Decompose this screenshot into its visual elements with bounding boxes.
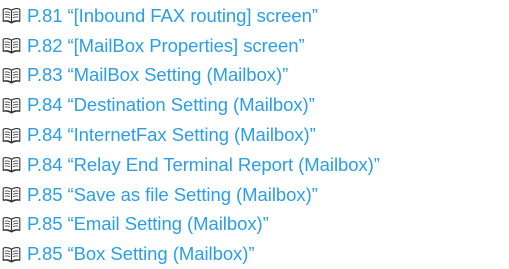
reference-page-number: P.85 bbox=[27, 183, 63, 205]
reference-page-number: P.85 bbox=[27, 243, 63, 265]
reference-item: P.85 “Email Setting (Mailbox)” bbox=[0, 210, 509, 240]
reference-list: P.81 “[Inbound FAX routing] screen” P.82 “… bbox=[0, 0, 509, 269]
reference-title: “Relay End Terminal Report (Mailbox)” bbox=[67, 153, 380, 175]
book-icon bbox=[2, 186, 21, 203]
reference-link[interactable]: P.81 “[Inbound FAX routing] screen” bbox=[27, 5, 318, 27]
reference-page-number: P.84 bbox=[27, 124, 63, 146]
reference-page-number: P.84 bbox=[27, 153, 63, 175]
book-icon bbox=[2, 156, 21, 174]
reference-link[interactable]: P.84 “Destination Setting (Mailbox)” bbox=[27, 94, 315, 116]
reference-page-number: P.81 bbox=[27, 4, 63, 26]
book-icon bbox=[2, 67, 21, 84]
reference-page-number: P.82 bbox=[27, 34, 63, 56]
reference-title: “InternetFax Setting (Mailbox)” bbox=[67, 124, 316, 146]
reference-title: “Box Setting (Mailbox)” bbox=[67, 243, 255, 265]
reference-page-number: P.83 bbox=[27, 64, 63, 86]
reference-link[interactable]: P.85 “Email Setting (Mailbox)” bbox=[27, 213, 269, 235]
reference-title: “MailBox Setting (Mailbox)” bbox=[67, 64, 289, 86]
reference-item: P.84 “Relay End Terminal Report (Mailbox)… bbox=[0, 150, 509, 180]
reference-item: P.85 “Save as file Setting (Mailbox)” bbox=[0, 180, 509, 210]
reference-title: “[MailBox Properties] screen” bbox=[67, 34, 305, 56]
book-icon bbox=[2, 7, 21, 25]
reference-item: P.81 “[Inbound FAX routing] screen” bbox=[0, 1, 509, 31]
reference-link[interactable]: P.85 “Save as file Setting (Mailbox)” bbox=[27, 184, 318, 206]
reference-item: P.84 “InternetFax Setting (Mailbox)” bbox=[0, 120, 509, 150]
reference-link[interactable]: P.83 “MailBox Setting (Mailbox)” bbox=[27, 64, 288, 86]
reference-page-number: P.85 bbox=[27, 213, 63, 235]
book-icon bbox=[2, 216, 21, 233]
reference-title: “Destination Setting (Mailbox)” bbox=[67, 94, 315, 116]
reference-title: “[Inbound FAX routing] screen” bbox=[67, 4, 318, 26]
reference-link[interactable]: P.84 “InternetFax Setting (Mailbox)” bbox=[27, 124, 316, 146]
reference-item: P.83 “MailBox Setting (Mailbox)” bbox=[0, 61, 509, 91]
reference-item: P.84 “Destination Setting (Mailbox)” bbox=[0, 90, 509, 120]
reference-page-number: P.84 bbox=[27, 94, 63, 116]
reference-title: “Email Setting (Mailbox)” bbox=[67, 213, 269, 235]
reference-link[interactable]: P.84 “Relay End Terminal Report (Mailbox)… bbox=[27, 154, 380, 176]
book-icon bbox=[2, 37, 21, 54]
book-icon bbox=[2, 127, 21, 144]
reference-link[interactable]: P.82 “[MailBox Properties] screen” bbox=[27, 35, 305, 57]
reference-item: P.85 “Box Setting (Mailbox)” bbox=[0, 239, 509, 269]
reference-item: P.82 “[MailBox Properties] screen” bbox=[0, 31, 509, 61]
reference-title: “Save as file Setting (Mailbox)” bbox=[67, 183, 318, 205]
reference-link[interactable]: P.85 “Box Setting (Mailbox)” bbox=[27, 243, 255, 265]
book-icon bbox=[2, 97, 21, 114]
book-icon bbox=[2, 246, 21, 263]
